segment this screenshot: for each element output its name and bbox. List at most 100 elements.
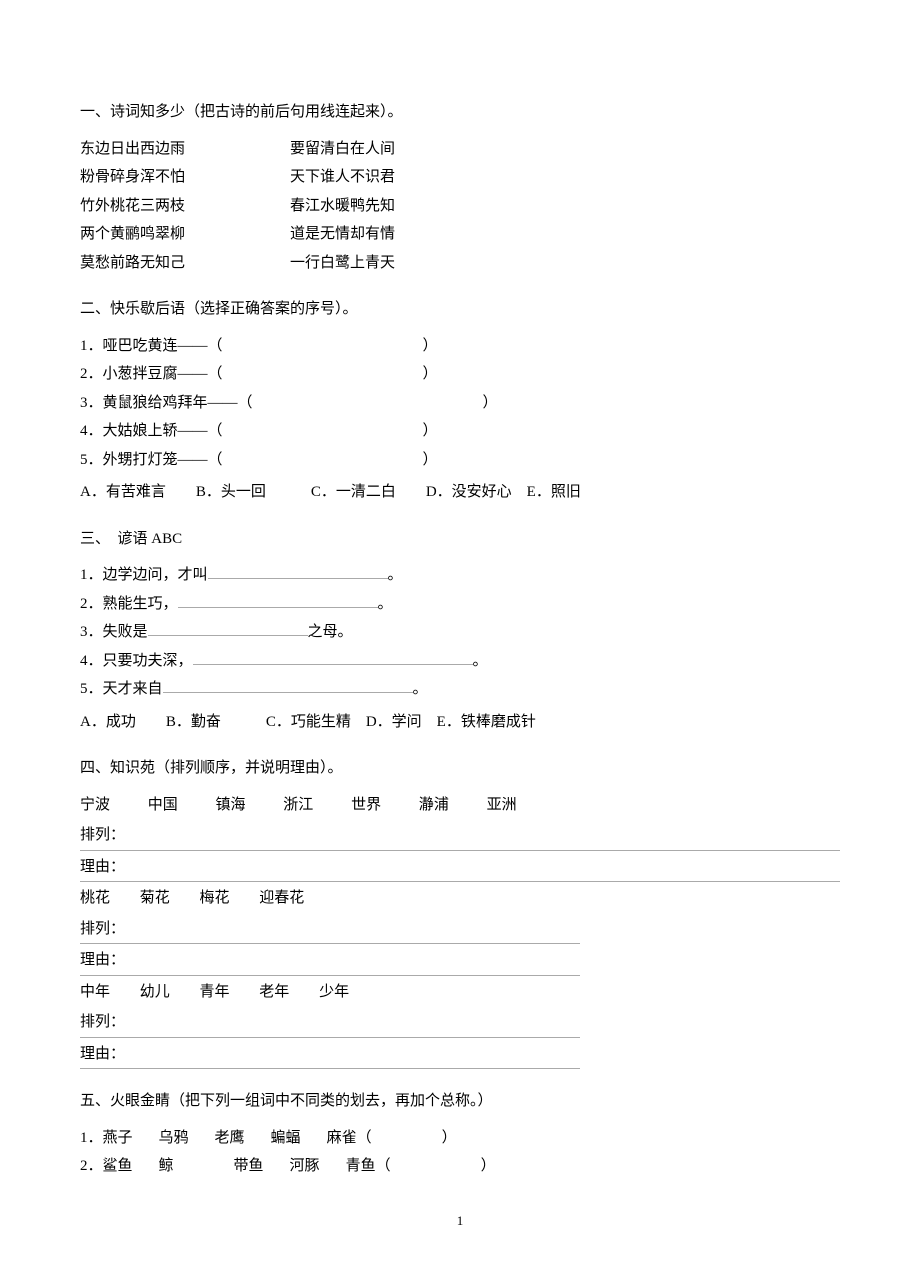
item-stem: 5．天才来自 — [80, 675, 163, 704]
word: 青年 — [200, 978, 230, 1007]
item-stem: 3．黄鼠狼给鸡拜年——（ — [80, 389, 253, 418]
reason-line[interactable]: 理由： — [80, 1040, 580, 1070]
item-stem: 5．外甥打灯笼——（ — [80, 446, 223, 475]
answer-blank[interactable] — [163, 677, 413, 694]
poem-left: 莫愁前路无知己 — [80, 249, 290, 278]
word: 亚洲 — [487, 791, 517, 820]
section-3-title: 三、 谚语 ABC — [80, 525, 840, 554]
poem-row: 竹外桃花三两枝春江水暖鸭先知 — [80, 192, 840, 221]
item-stem: 3．失败是 — [80, 618, 148, 647]
poem-right: 要留清白在人间 — [290, 135, 490, 164]
xiehouyu-item: 1．哑巴吃黄连——（ ） — [80, 332, 840, 361]
poem-left: 东边日出西边雨 — [80, 135, 290, 164]
word: 桃花 — [80, 884, 110, 913]
reason-line[interactable]: 理由： — [80, 853, 840, 883]
word: 带鱼 — [234, 1152, 264, 1181]
reason-label: 理由： — [80, 1040, 125, 1069]
reason-label: 理由： — [80, 853, 125, 882]
arrange-line[interactable]: 排列： — [80, 915, 580, 945]
proverb-item: 4．只要功夫深，。 — [80, 647, 840, 676]
word: 2．鲨鱼 — [80, 1152, 133, 1181]
arrange-label: 排列： — [80, 915, 125, 944]
paren-close: ） — [423, 332, 438, 361]
section-2-options: A．有苦难言 B．头一回 C．一清二白 D．没安好心 E．照旧 — [80, 478, 840, 507]
section-5-body: 1．燕子 乌鸦 老鹰 蝙蝠 麻雀（ ） 2．鲨鱼 鲸 带鱼 河豚 青鱼（ ） — [80, 1124, 840, 1181]
word: 老鹰 — [215, 1124, 245, 1153]
word: 青鱼（ — [346, 1152, 391, 1181]
category-row: 1．燕子 乌鸦 老鹰 蝙蝠 麻雀（ ） — [80, 1124, 840, 1153]
word: 镇海 — [216, 791, 246, 820]
proverb-item: 1．边学边问，才叫 。 — [80, 561, 840, 590]
word: 河豚 — [290, 1152, 320, 1181]
poem-row: 粉骨碎身浑不怕天下谁人不识君 — [80, 163, 840, 192]
poem-right: 一行白鹭上青天 — [290, 249, 490, 278]
section-4-body: 宁波 中国 镇海 浙江 世界 瀞浦 亚洲 排列： 理由： 桃花 菊花 梅花 迎春… — [80, 791, 840, 1070]
poem-row: 东边日出西边雨要留清白在人间 — [80, 135, 840, 164]
xiehouyu-item: 5．外甥打灯笼——（ ） — [80, 446, 840, 475]
arrange-label: 排列： — [80, 821, 125, 850]
word-group: 桃花 菊花 梅花 迎春花 — [80, 884, 840, 913]
xiehouyu-item: 4．大姑娘上轿——（ ） — [80, 417, 840, 446]
word-group: 宁波 中国 镇海 浙江 世界 瀞浦 亚洲 — [80, 791, 840, 820]
page-number: 1 — [80, 1209, 840, 1234]
paren-close: ） — [483, 389, 498, 418]
proverb-item: 2．熟能生巧， 。 — [80, 590, 840, 619]
xiehouyu-item: 3．黄鼠狼给鸡拜年——（ ） — [80, 389, 840, 418]
arrange-line[interactable]: 排列： — [80, 821, 840, 851]
section-5-title: 五、火眼金睛（把下列一组词中不同类的划去，再加个总称。） — [80, 1087, 840, 1116]
reason-line[interactable]: 理由： — [80, 946, 580, 976]
word-group: 中年 幼儿 青年 老年 少年 — [80, 978, 840, 1007]
item-tail: 之母。 — [308, 618, 353, 647]
answer-blank[interactable] — [193, 648, 473, 665]
paren-close: ） — [423, 446, 438, 475]
poem-left: 两个黄鹂鸣翠柳 — [80, 220, 290, 249]
word: 少年 — [319, 978, 349, 1007]
word: 老年 — [259, 978, 289, 1007]
word: 迎春花 — [259, 884, 304, 913]
poem-right: 春江水暖鸭先知 — [290, 192, 490, 221]
poem-row: 莫愁前路无知己一行白鹭上青天 — [80, 249, 840, 278]
word: 幼儿 — [140, 978, 170, 1007]
word: 瀞浦 — [419, 791, 449, 820]
word: 乌鸦 — [159, 1124, 189, 1153]
section-3-body: 1．边学边问，才叫。 2．熟能生巧，。 3．失败是之母。 4．只要功夫深，。 5… — [80, 561, 840, 736]
section-1-body: 东边日出西边雨要留清白在人间 粉骨碎身浑不怕天下谁人不识君 竹外桃花三两枝春江水… — [80, 135, 840, 278]
answer-blank[interactable] — [148, 620, 308, 637]
word: 宁波 — [80, 791, 110, 820]
word: 中国 — [148, 791, 178, 820]
section-4-title: 四、知识苑（排列顺序，并说明理由）。 — [80, 754, 840, 783]
xiehouyu-item: 2．小葱拌豆腐——（ ） — [80, 360, 840, 389]
arrange-line[interactable]: 排列： — [80, 1008, 580, 1038]
arrange-label: 排列： — [80, 1008, 125, 1037]
section-2-title: 二、快乐歇后语（选择正确答案的序号）。 — [80, 295, 840, 324]
paren-close: ） — [423, 360, 438, 389]
word: 浙江 — [283, 791, 313, 820]
item-tail: 。 — [473, 647, 488, 676]
word: 鲸 — [159, 1152, 174, 1181]
poem-left: 竹外桃花三两枝 — [80, 192, 290, 221]
category-row: 2．鲨鱼 鲸 带鱼 河豚 青鱼（ ） — [80, 1152, 840, 1181]
item-stem: 2．熟能生巧， — [80, 590, 178, 619]
word: 麻雀（ — [327, 1124, 372, 1153]
paren-close: ） — [481, 1152, 496, 1181]
word: 梅花 — [200, 884, 230, 913]
word: 蝙蝠 — [271, 1124, 301, 1153]
paren-close: ） — [423, 417, 438, 446]
proverb-item: 5．天才来自 。 — [80, 675, 840, 704]
item-stem: 1．哑巴吃黄连——（ — [80, 332, 223, 361]
item-tail: 。 — [378, 590, 393, 619]
word: 世界 — [351, 791, 381, 820]
word: 中年 — [80, 978, 110, 1007]
word: 菊花 — [140, 884, 170, 913]
item-stem: 2．小葱拌豆腐——（ — [80, 360, 223, 389]
answer-blank[interactable] — [178, 591, 378, 608]
item-stem: 1．边学边问，才叫 — [80, 561, 208, 590]
item-tail: 。 — [413, 675, 428, 704]
item-tail: 。 — [388, 561, 403, 590]
section-1-title: 一、诗词知多少（把古诗的前后句用线连起来）。 — [80, 98, 840, 127]
section-3-options: A．成功 B．勤奋 C．巧能生精 D．学问 E．铁棒磨成针 — [80, 708, 840, 737]
item-stem: 4．大姑娘上轿——（ — [80, 417, 223, 446]
answer-blank[interactable] — [208, 563, 388, 580]
paren-close: ） — [442, 1124, 457, 1153]
poem-row: 两个黄鹂鸣翠柳道是无情却有情 — [80, 220, 840, 249]
